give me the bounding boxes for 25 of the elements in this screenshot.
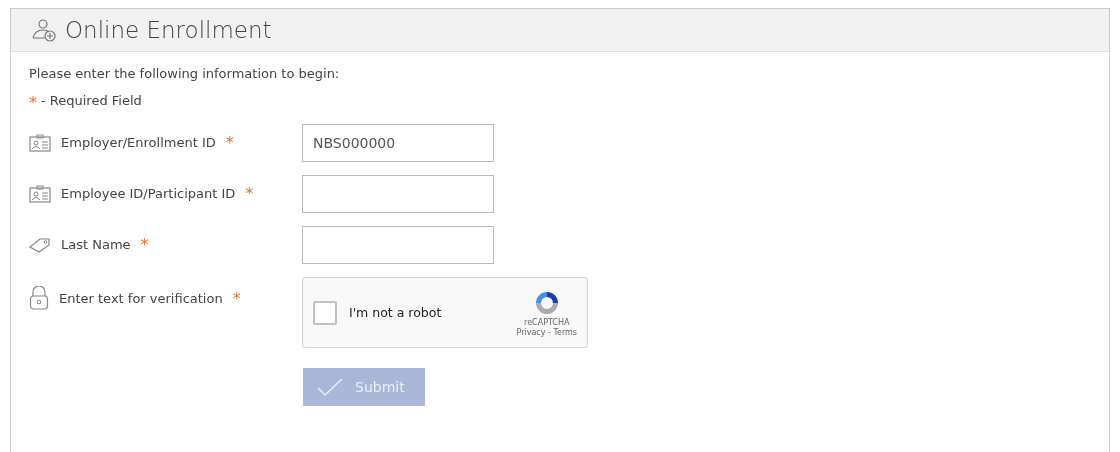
required-asterisk: *: [245, 184, 254, 203]
field-label: Employer/Enrollment ID: [61, 135, 216, 150]
id-card-icon: [29, 184, 51, 203]
field-label: Last Name: [61, 237, 131, 252]
captcha-checkbox[interactable]: [313, 300, 337, 325]
text-input-field[interactable]: [302, 175, 494, 213]
field-label: Enter text for verification: [59, 290, 223, 306]
required-asterisk: *: [29, 93, 37, 112]
required-asterisk: *: [232, 288, 241, 308]
checkmark-icon: [317, 378, 343, 396]
id-card-icon: [29, 133, 51, 152]
text-input-field[interactable]: NBS000000: [302, 124, 494, 162]
required-asterisk: *: [225, 133, 234, 152]
user-add-icon: [31, 18, 57, 42]
captcha-label: I'm not a robot: [349, 305, 443, 320]
tag-icon: [29, 236, 51, 253]
legend-text: - Required Field: [41, 93, 142, 110]
instruction-text: Please enter the following information to begin:: [29, 66, 341, 81]
page-title: Online Enrollment: [65, 17, 272, 43]
field-label: Employee ID/Participant ID: [61, 186, 236, 201]
padlock-icon: [29, 286, 49, 310]
text-input-field[interactable]: [302, 226, 494, 264]
captcha-brand: reCAPTCHA: [524, 317, 570, 327]
captcha-links[interactable]: Privacy - Terms: [516, 327, 577, 337]
required-asterisk: *: [140, 235, 149, 254]
